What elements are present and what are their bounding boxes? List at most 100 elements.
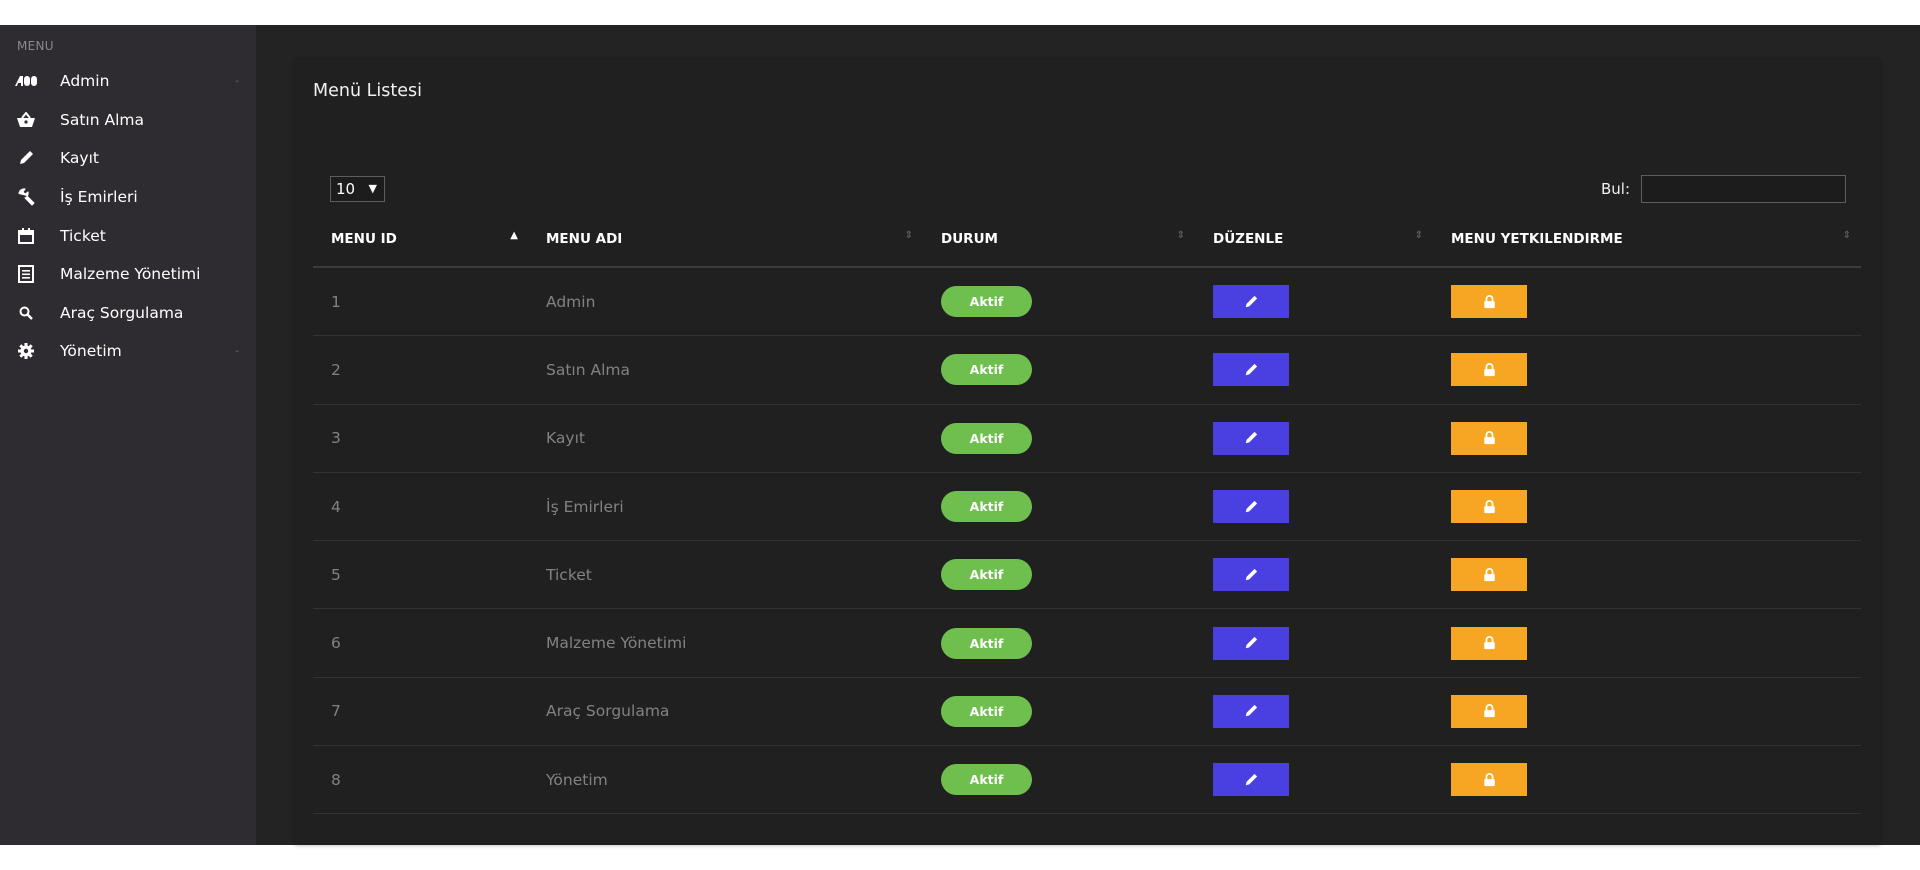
permission-cell	[1433, 335, 1861, 405]
ad-icon	[15, 71, 37, 91]
menu-name-cell: Yönetim	[528, 745, 923, 815]
lock-icon	[1483, 772, 1496, 787]
wrench-icon	[15, 187, 37, 207]
menu-id-cell: 1	[313, 267, 528, 337]
sidebar-item-kayit[interactable]: Kayıt	[0, 139, 256, 178]
pencil-icon	[1244, 500, 1258, 514]
app-window: MENU Admin - Satın Alma Kayıt İş Emirler…	[0, 25, 1920, 845]
sidebar-item-label: Ticket	[60, 226, 106, 245]
table-row: 2 Satın Alma Aktif	[313, 335, 1861, 405]
lock-icon	[1483, 363, 1496, 377]
lock-icon	[1483, 704, 1496, 718]
edit-button[interactable]	[1213, 490, 1289, 524]
permission-cell	[1433, 540, 1861, 610]
status-cell: Aktif	[923, 745, 1195, 815]
column-header-durum[interactable]: DURUM ⇕	[923, 211, 1195, 268]
pencil-icon	[1244, 431, 1258, 445]
sidebar-item-label: Kayıt	[60, 149, 99, 168]
chevron-icon: -	[235, 345, 239, 357]
status-cell: Aktif	[923, 677, 1195, 747]
permission-button[interactable]	[1451, 353, 1527, 387]
edit-cell	[1195, 267, 1433, 337]
menu-name-cell: İş Emirleri	[528, 472, 923, 542]
pencil-icon	[1245, 363, 1258, 376]
lock-icon	[1483, 704, 1495, 718]
edit-button[interactable]	[1213, 763, 1289, 797]
lock-icon	[1483, 636, 1495, 650]
sidebar-item-malzeme-yonetimi[interactable]: Malzeme Yönetimi	[0, 255, 256, 294]
edit-cell	[1195, 608, 1433, 678]
edit-cell	[1195, 472, 1433, 542]
column-header-menu-adi[interactable]: MENU ADI ⇕	[528, 211, 923, 268]
sort-icon: ⇕	[1414, 230, 1423, 241]
column-header-duzenle[interactable]: DÜZENLE ⇕	[1195, 211, 1433, 268]
gear-icon	[15, 341, 37, 361]
table-body: 1 Admin Aktif 2 Satın Alma Aktif 3 Kayıt Aktif 4 İ…	[313, 267, 1861, 815]
menu-id-cell: 7	[313, 677, 528, 747]
search-icon	[15, 303, 37, 323]
column-header-label: DÜZENLE	[1213, 230, 1284, 247]
edit-button[interactable]	[1213, 421, 1289, 455]
pencil-icon	[1245, 568, 1258, 581]
sidebar-item-is-emirleri[interactable]: İş Emirleri	[0, 178, 256, 217]
permission-cell	[1433, 404, 1861, 473]
page-length-value: 10	[336, 180, 356, 198]
sidebar-item-admin[interactable]: Admin -	[0, 62, 256, 101]
lock-icon	[1483, 499, 1496, 514]
menu-table: MENU ID ▲ MENU ADI ⇕ DURUM ⇕ DÜZENLE ⇕ MENU …	[313, 211, 1861, 815]
sidebar: MENU Admin - Satın Alma Kayıt İş Emirler…	[0, 25, 256, 845]
permission-button[interactable]	[1451, 490, 1527, 524]
column-header-label: MENU ADI	[546, 230, 623, 247]
sidebar-item-yonetim[interactable]: Yönetim -	[0, 332, 256, 371]
edit-button[interactable]	[1213, 353, 1289, 387]
edit-button[interactable]	[1213, 558, 1289, 592]
permission-button[interactable]	[1451, 421, 1527, 455]
permission-cell	[1433, 745, 1861, 815]
sidebar-item-label: Malzeme Yönetimi	[60, 265, 201, 284]
column-header-menu-id[interactable]: MENU ID ▲	[313, 211, 528, 268]
sidebar-title: MENU	[17, 39, 54, 53]
edit-button[interactable]	[1213, 626, 1289, 660]
table-row: 8 Yönetim Aktif	[313, 745, 1861, 815]
edit-cell	[1195, 335, 1433, 405]
sort-icon: ⇕	[904, 230, 913, 241]
status-cell: Aktif	[923, 335, 1195, 405]
status-badge: Aktif	[941, 764, 1032, 796]
menu-name-cell: Araç Sorgulama	[528, 677, 923, 747]
menu-name-cell: Admin	[528, 267, 923, 337]
search-input[interactable]	[1641, 175, 1846, 203]
page-length-select[interactable]: 10 ▼	[330, 176, 385, 202]
lock-icon	[1483, 431, 1495, 445]
sidebar-item-satin-alma[interactable]: Satın Alma	[0, 101, 256, 140]
sidebar-item-label: Yönetim	[60, 342, 122, 361]
edit-button[interactable]	[1213, 694, 1289, 728]
sort-icon: ⇕	[1176, 230, 1185, 241]
status-badge: Aktif	[941, 695, 1032, 727]
sidebar-item-ticket[interactable]: Ticket	[0, 216, 256, 255]
sidebar-item-arac-sorgulama[interactable]: Araç Sorgulama	[0, 294, 256, 333]
status-badge: Aktif	[941, 286, 1032, 318]
permission-button[interactable]	[1451, 285, 1527, 319]
pencil-icon	[1244, 773, 1258, 787]
permission-button[interactable]	[1451, 694, 1527, 728]
status-badge: Aktif	[941, 422, 1032, 454]
search-label: Bul:	[1601, 180, 1631, 198]
permission-button[interactable]	[1451, 558, 1527, 592]
menu-id-cell: 8	[313, 745, 528, 815]
edit-cell	[1195, 745, 1433, 815]
permission-button[interactable]	[1451, 763, 1527, 797]
menu-id-cell: 4	[313, 472, 528, 542]
column-header-label: DURUM	[941, 230, 998, 247]
lock-icon	[1483, 567, 1495, 581]
menu-list-panel: Menü Listesi 10 ▼ Bul: MENU ID ▲ MENU ADI…	[295, 59, 1880, 845]
status-cell: Aktif	[923, 267, 1195, 337]
menu-id-cell: 5	[313, 540, 528, 610]
sort-asc-icon: ▲	[510, 230, 518, 241]
permission-button[interactable]	[1451, 626, 1527, 660]
column-header-menu-yetkilendirme[interactable]: MENU YETKILENDIRME ⇕	[1433, 211, 1861, 268]
pencil-icon	[1245, 773, 1258, 785]
edit-button[interactable]	[1213, 285, 1289, 319]
page-title: Menü Listesi	[313, 81, 422, 101]
table-row: 6 Malzeme Yönetimi Aktif	[313, 608, 1861, 678]
table-header-row: MENU ID ▲ MENU ADI ⇕ DURUM ⇕ DÜZENLE ⇕ MENU …	[313, 211, 1861, 268]
